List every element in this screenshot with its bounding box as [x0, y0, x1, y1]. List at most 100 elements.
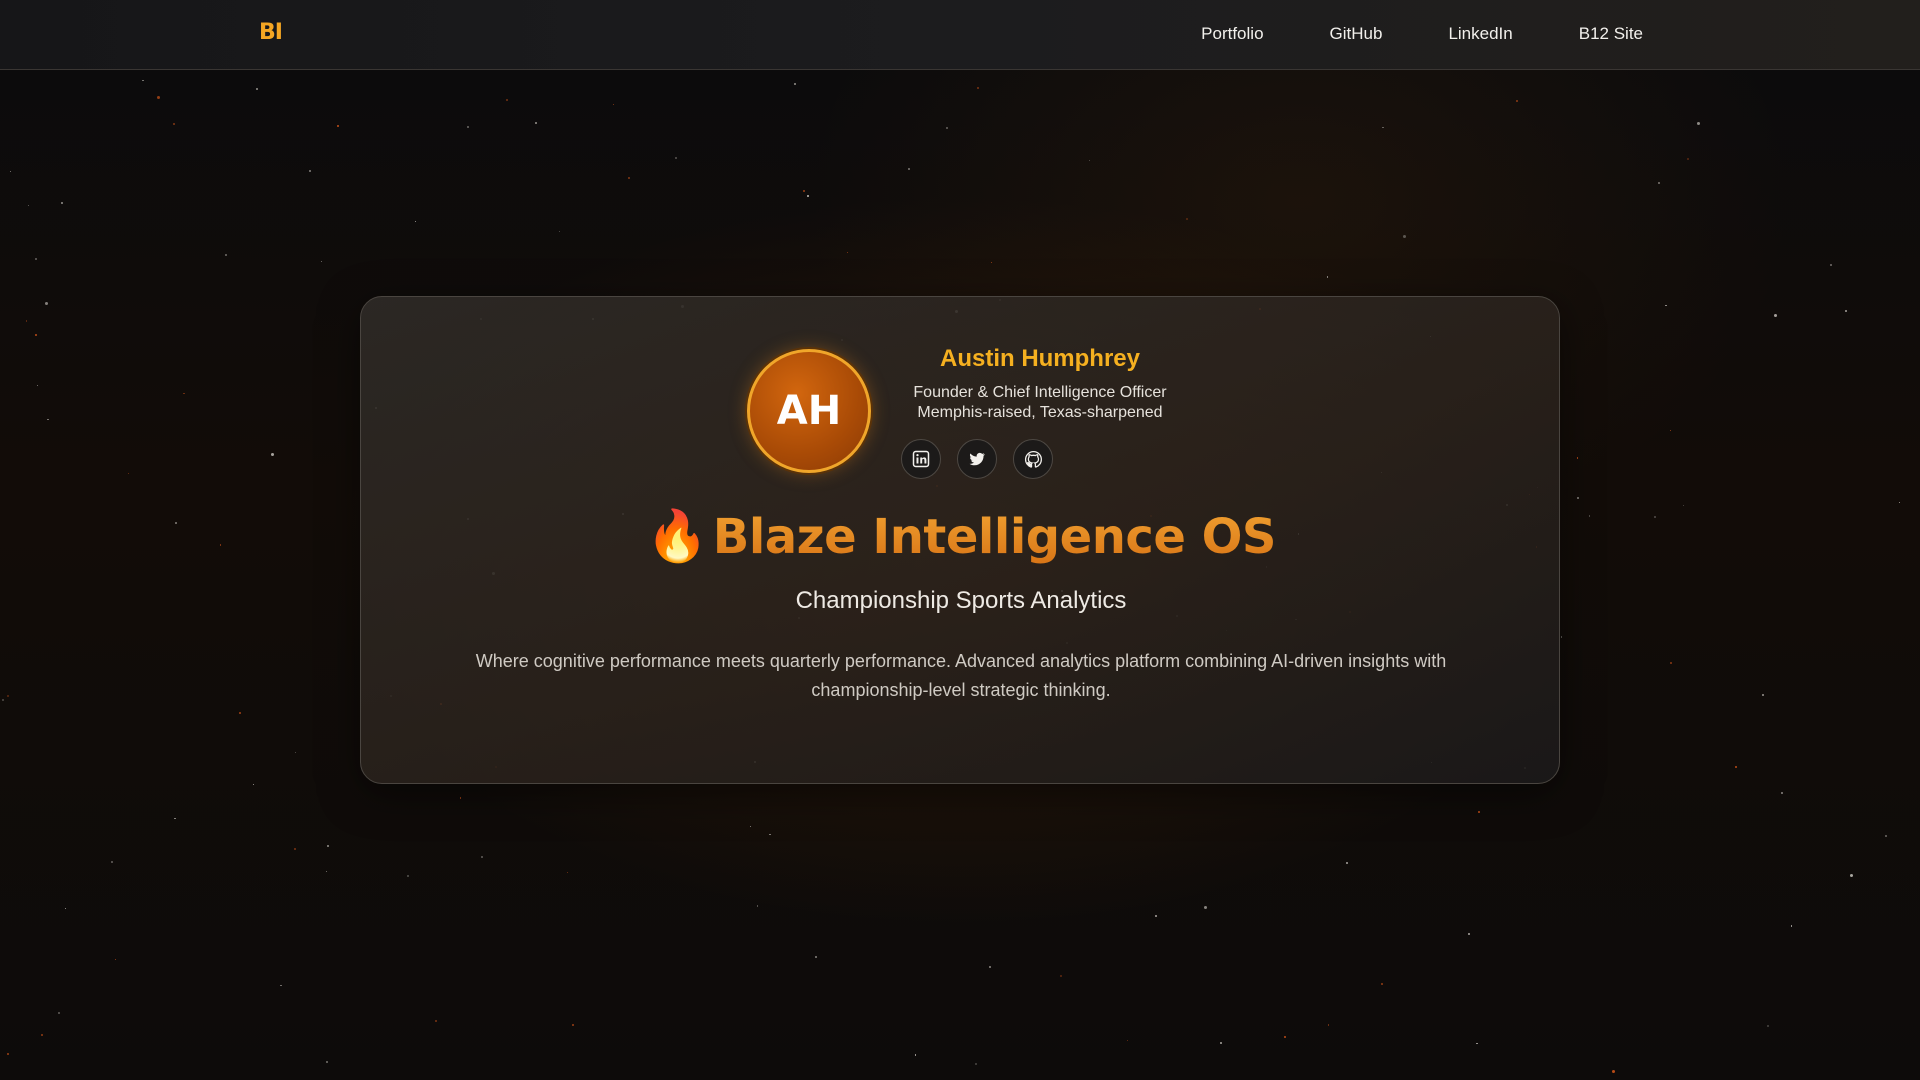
particle	[794, 83, 797, 86]
particle	[295, 751, 297, 754]
page-title: Blaze Intelligence OS	[712, 508, 1277, 565]
particle	[1126, 1039, 1128, 1042]
particle	[58, 1011, 60, 1014]
particle	[9, 170, 12, 173]
logo[interactable]: BI	[259, 20, 283, 45]
particle	[807, 195, 809, 197]
nav-link-portfolio[interactable]: Portfolio	[1201, 24, 1263, 44]
particle	[749, 825, 751, 827]
particle	[337, 125, 340, 128]
nav-link-linkedin[interactable]: LinkedIn	[1448, 24, 1512, 44]
particle	[35, 334, 37, 337]
particle	[1898, 502, 1901, 504]
particle	[127, 472, 129, 474]
particle	[47, 419, 49, 421]
social-links	[901, 439, 1053, 479]
particle	[325, 870, 327, 873]
particle	[1766, 1024, 1769, 1027]
particle	[675, 156, 678, 159]
profile-name: Austin Humphrey	[939, 345, 1140, 372]
particle	[415, 220, 417, 222]
linkedin-button[interactable]	[901, 439, 941, 479]
top-nav: BI Portfolio GitHub LinkedIn B12 Site	[0, 0, 1920, 70]
particle	[406, 874, 409, 877]
particle	[481, 856, 484, 859]
twitter-button[interactable]	[957, 439, 997, 479]
particle	[252, 783, 254, 786]
particle	[1154, 915, 1157, 918]
particle	[558, 230, 561, 233]
particle	[326, 1060, 329, 1063]
particle	[1381, 983, 1384, 986]
particle	[1762, 694, 1765, 697]
particle	[535, 121, 538, 124]
particle	[1697, 122, 1701, 126]
particle	[1683, 504, 1685, 507]
page-description: Where cognitive performance meets quarte…	[475, 651, 1447, 700]
twitter-icon	[969, 452, 986, 466]
page-subtitle: Championship Sports Analytics	[795, 587, 1127, 614]
particle	[506, 99, 508, 101]
particle	[7, 694, 10, 697]
particle	[435, 1019, 438, 1022]
particle	[175, 522, 177, 524]
particle	[1665, 304, 1667, 307]
particle	[280, 984, 282, 987]
particle	[1515, 99, 1518, 102]
particle	[1687, 157, 1690, 160]
particle	[907, 167, 910, 170]
particle	[572, 1023, 575, 1026]
particle	[1670, 429, 1672, 432]
particle	[1203, 905, 1207, 909]
particle	[1654, 516, 1657, 519]
particle	[1403, 235, 1407, 239]
particle	[1849, 873, 1853, 877]
particle	[1885, 835, 1887, 837]
profile-origin: Memphis-raised, Texas-sharpened	[917, 404, 1163, 421]
particle	[1088, 160, 1090, 162]
particle	[156, 96, 160, 99]
particle	[769, 833, 771, 836]
hero-card: AH Austin Humphrey Founder & Chief Intel…	[360, 296, 1560, 784]
particle	[174, 817, 176, 819]
particle	[1327, 1024, 1330, 1026]
linkedin-icon	[912, 450, 930, 468]
github-button[interactable]	[1013, 439, 1053, 479]
particle	[1830, 264, 1833, 267]
particle	[1576, 497, 1579, 500]
nav-link-b12-site[interactable]: B12 Site	[1579, 24, 1643, 44]
particle	[990, 262, 993, 264]
particle	[976, 86, 979, 89]
particle	[225, 254, 228, 257]
particle	[25, 320, 28, 322]
profile-info: Austin Humphrey Founder & Chief Intellig…	[901, 345, 1179, 423]
particle	[1588, 515, 1590, 517]
particle	[1845, 310, 1847, 313]
particle	[294, 847, 297, 850]
particle	[628, 176, 631, 179]
particle	[1468, 933, 1471, 936]
particle	[566, 872, 568, 874]
title-row: 🔥 Blaze Intelligence OS	[361, 507, 1561, 566]
particle	[1, 699, 4, 701]
particle	[64, 908, 66, 910]
particle	[270, 452, 274, 456]
avatar: AH	[747, 349, 871, 473]
nav-link-github[interactable]: GitHub	[1330, 24, 1383, 44]
particle	[36, 384, 39, 387]
particle	[61, 202, 64, 205]
profile-role: Founder & Chief Intelligence Officer	[913, 384, 1167, 401]
particle	[757, 905, 759, 907]
particle	[7, 1053, 10, 1056]
particle	[256, 87, 259, 90]
particle	[1327, 276, 1329, 278]
particle	[27, 204, 30, 207]
github-icon	[1024, 450, 1042, 468]
particle	[1773, 313, 1777, 317]
particle	[1790, 925, 1793, 927]
particle	[239, 711, 242, 714]
particle	[946, 127, 949, 130]
particle	[327, 845, 330, 848]
particle	[219, 544, 221, 546]
particle	[1186, 217, 1189, 220]
